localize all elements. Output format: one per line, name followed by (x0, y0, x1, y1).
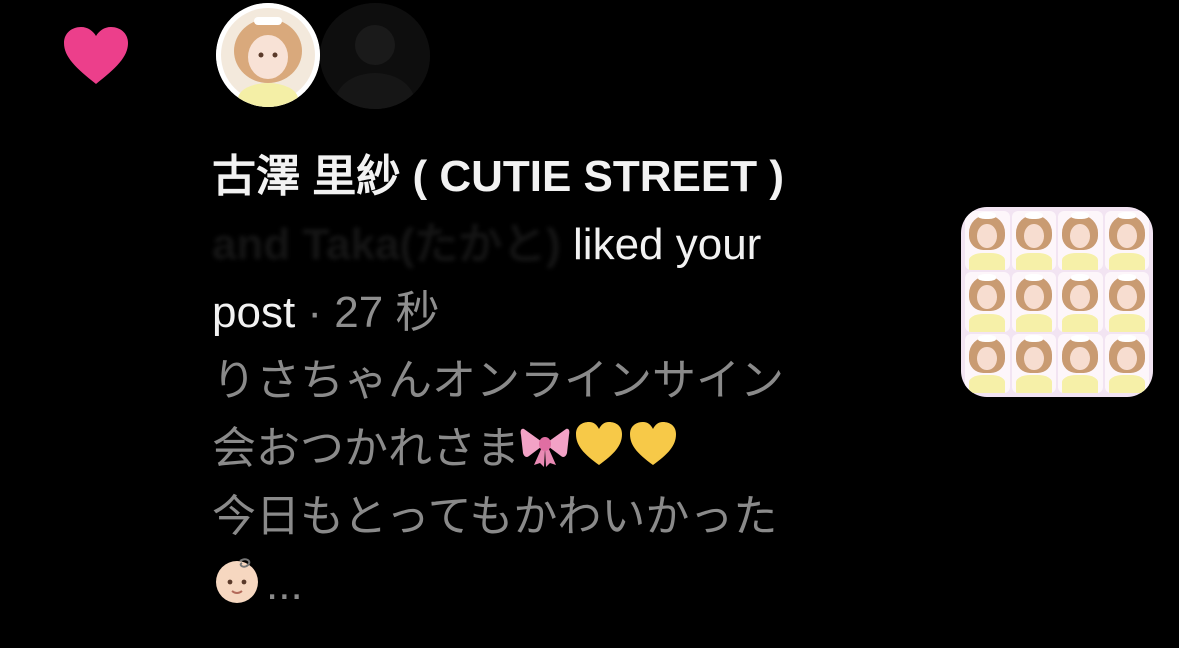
collage-photo (1104, 211, 1149, 271)
yellow-heart-emoji (574, 419, 624, 469)
collage-photo (1011, 211, 1056, 271)
collage-photo (965, 272, 1010, 332)
comment-line-1: りさちゃんオンラインサイン (212, 356, 784, 405)
avatar-secondary[interactable] (320, 3, 430, 109)
ribbon-emoji (520, 419, 570, 469)
ellipsis: ... (266, 560, 303, 609)
collage-photo (1058, 333, 1103, 393)
meta-line: post · 27 秒 (212, 279, 892, 347)
collage-photo (1011, 272, 1056, 332)
baby-emoji (212, 555, 262, 605)
post-thumbnail[interactable] (961, 207, 1153, 397)
username[interactable]: 古澤 里紗 ( CUTIE STREET ) (212, 143, 892, 211)
other-users[interactable]: and Taka(たかと) (212, 220, 561, 269)
timestamp: 27 秒 (334, 288, 440, 337)
notification-text[interactable]: 古澤 里紗 ( CUTIE STREET ) and Taka(たかと) lik… (212, 143, 892, 619)
thumbnail-collage (961, 207, 1153, 397)
collage-photo (965, 211, 1010, 271)
comment-line-2: 会おつかれさま (212, 424, 520, 473)
avatar-primary[interactable] (216, 3, 320, 107)
collage-photo (1104, 272, 1149, 332)
yellow-heart-emoji (628, 419, 678, 469)
action-text-2: post (212, 288, 296, 337)
collage-photo (1058, 272, 1103, 332)
collage-photo (1058, 211, 1103, 271)
comment-line-2-wrap: 会おつかれさま (212, 415, 892, 483)
collage-photo (965, 333, 1010, 393)
collage-photo (1011, 333, 1056, 393)
action-text: liked your (573, 220, 762, 269)
action-line: and Taka(たかと) liked your (212, 211, 892, 279)
collage-photo (1104, 333, 1149, 393)
comment-line-4-wrap: ... (212, 551, 892, 619)
heart-icon (62, 26, 130, 86)
comment-line-3: 今日もとってもかわいかった (212, 492, 778, 541)
separator: · (307, 288, 335, 337)
